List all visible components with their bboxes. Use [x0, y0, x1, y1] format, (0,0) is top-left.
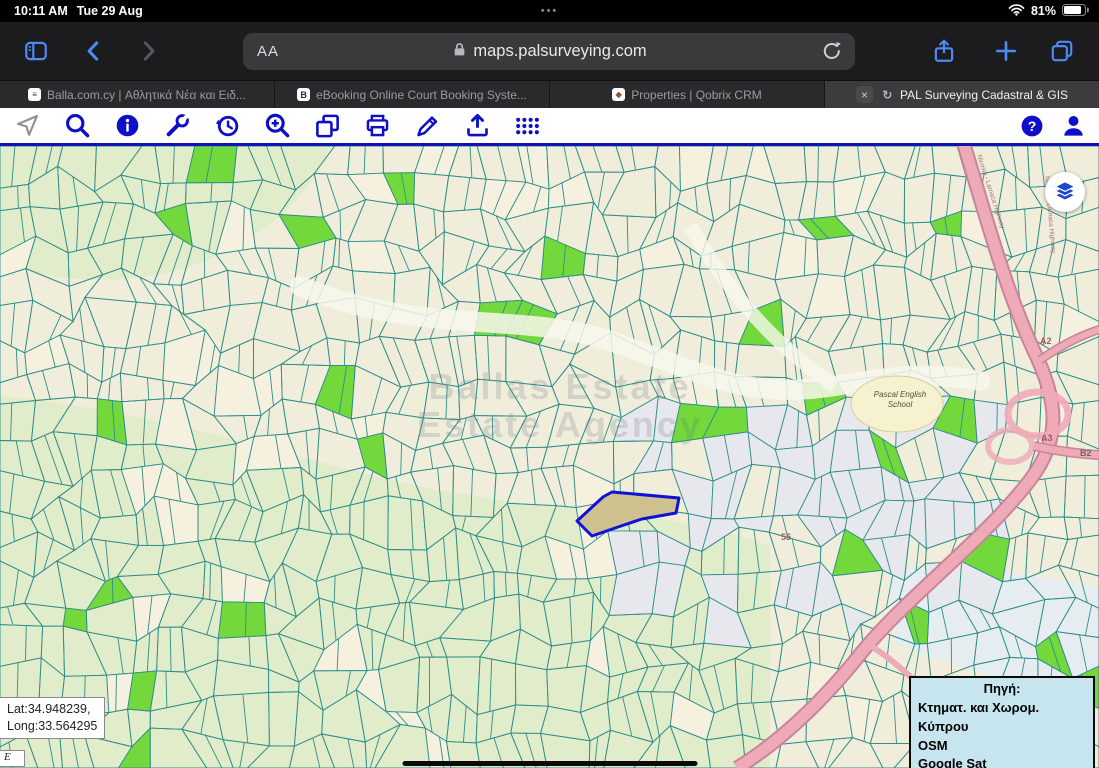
tab-qobrix[interactable]: ◆ Properties | Qobrix CRM — [550, 81, 825, 108]
url-field[interactable]: maps.palsurveying.com — [283, 42, 817, 62]
upload-icon[interactable] — [464, 112, 491, 139]
search-icon[interactable] — [64, 112, 91, 139]
longitude-value: Long:33.564295 — [7, 718, 98, 733]
ipad-screen: 10:11 AM Tue 29 Aug ••• 81% AA maps.pals… — [0, 0, 1099, 768]
source-google-sat[interactable]: Google Sat — [918, 755, 1086, 768]
lock-icon — [453, 42, 466, 62]
battery-icon — [1062, 3, 1089, 19]
browser-toolbar: AA maps.palsurveying.com — [0, 22, 1099, 80]
tab-favicon: ↻ — [882, 87, 893, 102]
history-icon[interactable] — [214, 112, 241, 139]
map-area: Ballas Estate Estate Agency Pascal Engli… — [0, 146, 1099, 768]
ellipsis-icon: ••• — [540, 5, 559, 17]
map-source-box: Πηγή: Κτηματ. και Χωρομ. Κύπρου OSM Goog… — [909, 676, 1095, 768]
share-icon[interactable] — [930, 38, 958, 66]
url-text: maps.palsurveying.com — [473, 42, 647, 60]
status-left: 10:11 AM Tue 29 Aug — [0, 4, 143, 18]
status-time: 10:11 AM — [14, 4, 68, 18]
svg-text:?: ? — [1027, 117, 1036, 133]
map-toolbar-right: ? — [1018, 112, 1087, 139]
tab-favicon: ≡ — [28, 88, 42, 101]
tab-favicon: B — [297, 88, 311, 101]
tab-balla[interactable]: ≡ Balla.com.cy | Αθλητικά Νέα και Ειδ... — [0, 81, 275, 108]
coordinates-box: Lat:34.948239, Long:33.564295 — [0, 697, 106, 739]
forward-icon[interactable] — [134, 38, 162, 66]
latitude-value: Lat:34.948239, — [7, 702, 91, 716]
back-icon[interactable] — [80, 38, 108, 66]
status-date: Tue 29 Aug — [76, 4, 143, 18]
reader-aa-button[interactable]: AA — [243, 43, 283, 60]
edit-pencil-icon[interactable] — [414, 112, 441, 139]
wifi-icon — [1008, 3, 1025, 19]
map-toolbar-left — [0, 112, 541, 139]
tab-label: Properties | Qobrix CRM — [631, 87, 762, 102]
cadastral-map[interactable] — [0, 146, 1099, 768]
hemisphere-label: E — [0, 750, 25, 767]
tab-close-icon[interactable]: × — [855, 86, 873, 103]
address-bar[interactable]: AA maps.palsurveying.com — [243, 33, 855, 70]
info-icon[interactable] — [114, 112, 141, 139]
tab-pal-surveying[interactable]: × ↻ PAL Surveying Cadastral & GIS — [825, 81, 1099, 108]
tab-favicon: ◆ — [612, 88, 626, 101]
source-title: Πηγή: — [983, 681, 1021, 696]
layers-icon — [1053, 181, 1077, 201]
source-osm[interactable]: OSM — [918, 737, 1086, 756]
sidebar-icon[interactable] — [22, 38, 50, 66]
tabs-overview-icon[interactable] — [1048, 38, 1076, 66]
new-tab-icon[interactable] — [992, 38, 1020, 66]
tab-label: PAL Surveying Cadastral & GIS — [899, 87, 1069, 102]
tab-ebooking[interactable]: B eBooking Online Court Booking Syste... — [275, 81, 550, 108]
status-right: 81% — [1008, 3, 1099, 19]
tools-wrench-icon[interactable] — [164, 112, 191, 139]
map-toolbar: ? — [0, 108, 1099, 146]
tab-bar: ≡ Balla.com.cy | Αθλητικά Νέα και Ειδ...… — [0, 80, 1099, 108]
layers-button[interactable] — [1045, 172, 1085, 212]
tab-label: eBooking Online Court Booking Syste... — [316, 87, 527, 102]
home-indicator[interactable] — [402, 761, 697, 766]
help-icon[interactable]: ? — [1018, 112, 1045, 139]
zoom-in-icon[interactable] — [264, 112, 291, 139]
print-icon[interactable] — [364, 112, 391, 139]
user-icon[interactable] — [1060, 112, 1087, 139]
grid-menu-icon[interactable] — [514, 112, 541, 139]
battery-percent: 81% — [1030, 4, 1056, 18]
source-cadastral[interactable]: Κτηματ. και Χωρομ. Κύπρου — [918, 699, 1086, 737]
status-bar: 10:11 AM Tue 29 Aug ••• 81% — [0, 0, 1099, 22]
tab-label: Balla.com.cy | Αθλητικά Νέα και Ειδ... — [47, 87, 246, 102]
reload-icon[interactable] — [817, 40, 855, 64]
locate-arrow-icon[interactable] — [14, 112, 41, 139]
overlap-windows-icon[interactable] — [314, 112, 341, 139]
